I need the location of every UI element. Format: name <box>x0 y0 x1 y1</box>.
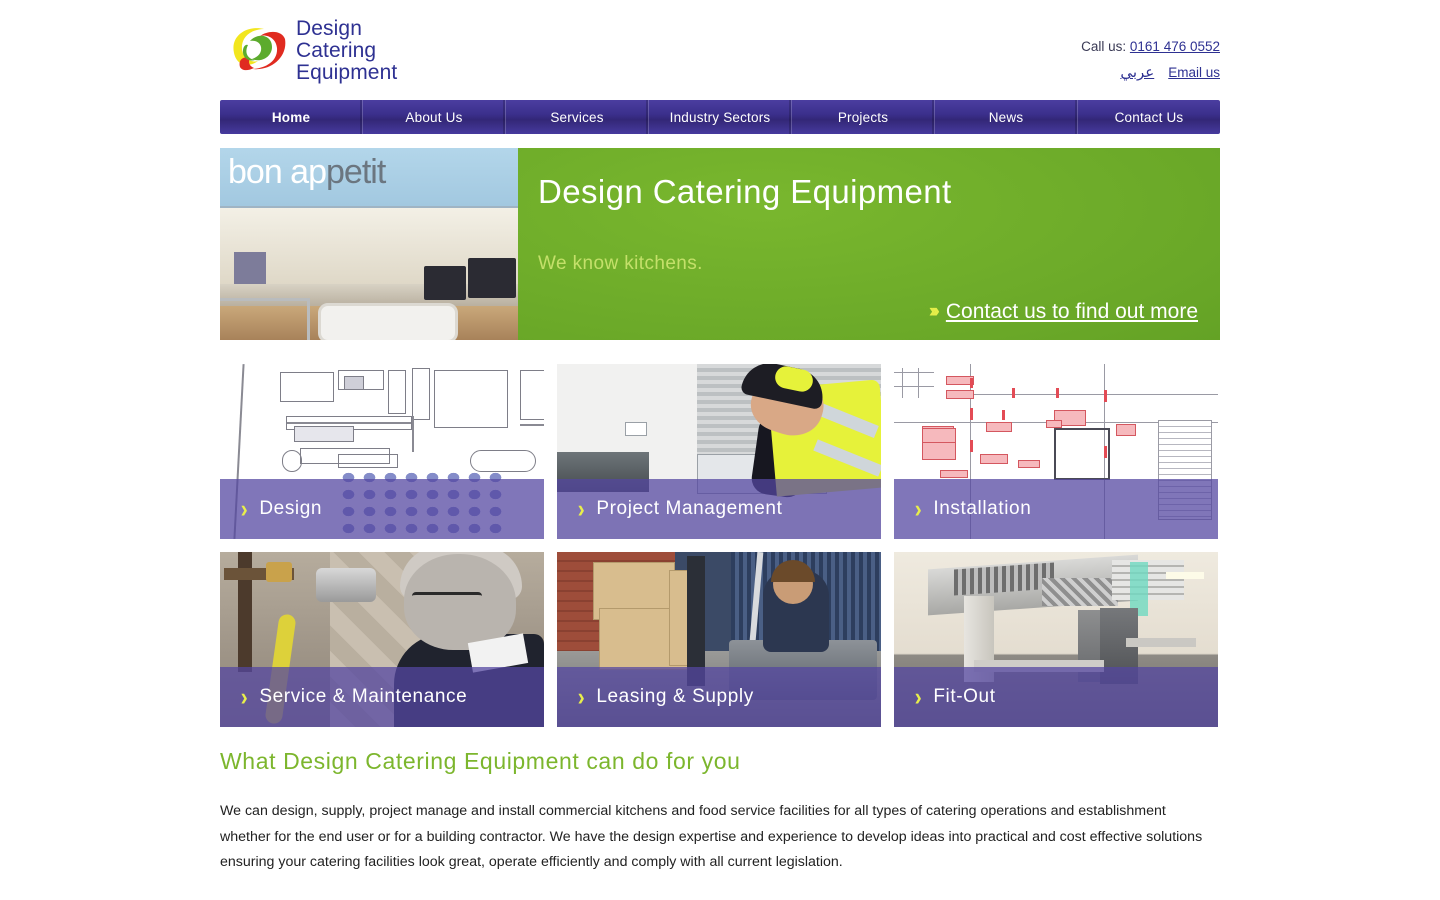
service-tile-leasing-supply[interactable]: › Leasing & Supply <box>557 552 881 727</box>
swoosh-leaf-logo-icon <box>233 28 286 71</box>
tile-label-leasing-supply: Leasing & Supply <box>596 686 754 707</box>
hero-title: Design Catering Equipment <box>538 173 952 210</box>
content-heading: What Design Catering Equipment can do fo… <box>220 748 741 774</box>
chevron-right-icon: › <box>577 494 585 523</box>
sign-light: bon ap <box>228 153 327 191</box>
chevron-right-icon: › <box>914 682 922 711</box>
hero-photo-sign-text: bon appetit <box>228 153 386 192</box>
site-header: Design Catering Equipment Call us: 0161 … <box>0 0 1440 100</box>
page-root: Design Catering Equipment Call us: 0161 … <box>0 0 1440 900</box>
tile-label-fit-out: Fit-Out <box>933 686 996 707</box>
hero-banner: bon appetit Design Catering Equipment We… <box>220 148 1220 340</box>
nav-item-home[interactable]: Home <box>220 100 363 134</box>
logo-line-1: Design <box>296 17 362 40</box>
call-us-row: Call us: 0161 476 0552 <box>1081 34 1220 60</box>
nav-item-news[interactable]: News <box>935 100 1078 134</box>
phone-number-link[interactable]: 0161 476 0552 <box>1130 39 1220 54</box>
service-tile-project-management[interactable]: › Project Management <box>557 364 881 539</box>
hero-cta-label: Contact us to find out more <box>945 300 1198 323</box>
hero-photo-door <box>234 252 266 288</box>
service-tile-grid: › Design › Project Management › Installa… <box>220 364 1220 727</box>
chevron-right-icon: › <box>914 494 922 523</box>
tile-label-bar-project-management: › Project Management <box>557 479 881 539</box>
service-tile-design[interactable]: › Design <box>220 364 544 539</box>
service-tile-installation[interactable]: › Installation <box>894 364 1218 539</box>
secondary-links-row: عربي Email us <box>1081 60 1220 86</box>
tile-label-service-maintenance: Service & Maintenance <box>259 686 468 707</box>
logo-wordmark: Design Catering Equipment <box>296 18 397 84</box>
chevron-right-icon: › <box>240 494 248 523</box>
email-us-link[interactable]: Email us <box>1168 60 1220 86</box>
site-logo[interactable]: Design Catering Equipment <box>228 18 397 84</box>
nav-item-industry-sectors[interactable]: Industry Sectors <box>649 100 792 134</box>
tile-label-installation: Installation <box>933 498 1032 519</box>
hero-photo-bon-appetit-cafeteria: bon appetit <box>220 148 518 340</box>
chevron-right-icon: › <box>240 682 248 711</box>
service-tile-fit-out[interactable]: › Fit-Out <box>894 552 1218 727</box>
main-navigation: Home About Us Services Industry Sectors … <box>220 100 1220 134</box>
hero-photo-tray-rail <box>220 298 310 340</box>
service-tile-service-maintenance[interactable]: › Service & Maintenance <box>220 552 544 727</box>
hero-cta[interactable]: ››› Contact us to find out more <box>929 300 1198 324</box>
tile-label-design: Design <box>259 498 323 519</box>
nav-item-services[interactable]: Services <box>506 100 649 134</box>
hero-photo-serving-tray <box>318 303 458 340</box>
chevron-right-icon: › <box>577 682 585 711</box>
hero-photo-till-2 <box>468 258 516 298</box>
arabic-language-link[interactable]: عربي <box>1120 60 1154 86</box>
sign-dark: petit <box>326 153 386 191</box>
hero-photo-till-1 <box>424 266 466 300</box>
hero-green-panel: Design Catering Equipment We know kitche… <box>518 148 1220 340</box>
tile-label-bar-installation: › Installation <box>894 479 1218 539</box>
main-content: What Design Catering Equipment can do fo… <box>220 748 1220 900</box>
triple-chevron-right-icon: ››› <box>928 301 940 322</box>
nav-item-about-us[interactable]: About Us <box>363 100 506 134</box>
tile-label-bar-service-maintenance: › Service & Maintenance <box>220 667 544 727</box>
nav-item-projects[interactable]: Projects <box>792 100 935 134</box>
hero-subtitle: We know kitchens. <box>538 253 703 274</box>
content-paragraph-1: We can design, supply, project manage an… <box>220 803 1203 870</box>
header-contact-info: Call us: 0161 476 0552 عربي Email us <box>1081 34 1220 86</box>
tile-label-bar-fit-out: › Fit-Out <box>894 667 1218 727</box>
logo-line-3: Equipment <box>296 61 398 84</box>
tile-label-bar-leasing-supply: › Leasing & Supply <box>557 667 881 727</box>
tile-label-project-management: Project Management <box>596 498 783 519</box>
logo-line-2: Catering <box>296 39 377 62</box>
call-us-label: Call us: <box>1081 39 1127 54</box>
nav-item-contact-us[interactable]: Contact Us <box>1078 100 1220 134</box>
tile-label-bar-design: › Design <box>220 479 544 539</box>
